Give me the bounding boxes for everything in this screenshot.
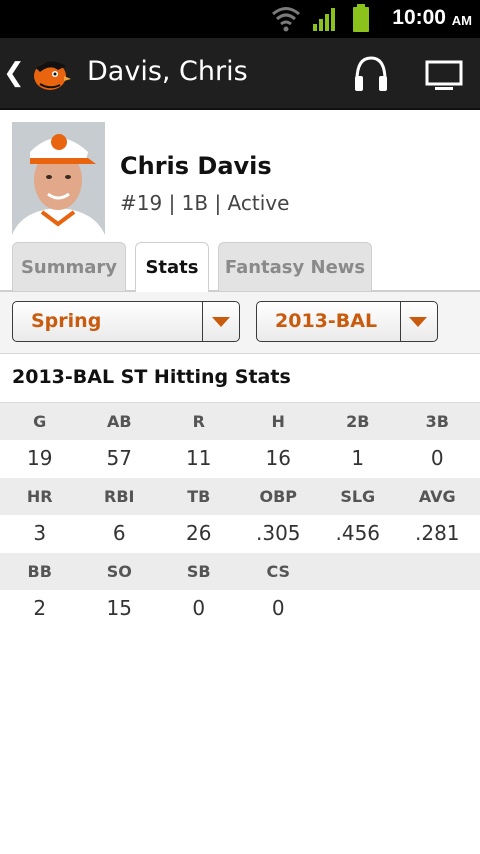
stat-value: 57 — [106, 446, 132, 470]
stat-header: TB — [187, 487, 211, 506]
season-type-value: Spring — [31, 310, 102, 332]
dropdown-separator — [202, 302, 203, 341]
stat-value: 19 — [27, 446, 53, 470]
stat-header: R — [192, 412, 205, 431]
battery-icon — [353, 4, 369, 32]
stat-value: 15 — [106, 596, 132, 620]
stat-header: AVG — [418, 487, 456, 506]
player-headshot-image — [12, 122, 105, 235]
stat-header: BB — [27, 562, 52, 581]
stat-value: .281 — [414, 521, 460, 545]
back-chevron-icon[interactable]: ❮ — [3, 58, 25, 88]
stat-header: SO — [106, 562, 132, 581]
stat-value — [398, 590, 478, 627]
stat-header: CS — [266, 562, 291, 581]
season-team-value: 2013-BAL — [275, 310, 378, 332]
stat-header: OBP — [259, 487, 298, 506]
stat-header: H — [271, 412, 285, 431]
stats-value-row: 3 6 26 .305 .456 .281 — [0, 515, 480, 552]
dropdown-separator — [400, 302, 401, 341]
stat-value: 26 — [186, 521, 212, 545]
filter-bar: Spring 2013-BAL — [0, 292, 480, 354]
stat-header: AB — [106, 412, 132, 431]
stat-header: SLG — [340, 487, 376, 506]
player-name: Chris Davis — [120, 152, 272, 180]
season-type-dropdown[interactable]: Spring — [12, 301, 240, 342]
status-time: 10:00 — [392, 6, 446, 29]
stat-value: 11 — [186, 446, 212, 470]
status-ampm: AM — [451, 13, 472, 28]
tab-stats[interactable]: Stats — [135, 242, 209, 293]
stat-value: 2 — [33, 596, 47, 620]
stat-value: 6 — [112, 521, 126, 545]
wifi-icon — [272, 7, 300, 32]
chevron-down-icon[interactable] — [212, 317, 230, 327]
stats-value-row: 19 57 11 16 1 0 — [0, 440, 480, 477]
stat-header: G — [33, 412, 47, 431]
headphones-icon[interactable] — [352, 54, 390, 94]
stats-header-row: BB SO SB CS — [0, 553, 480, 590]
stat-value: 16 — [265, 446, 291, 470]
orioles-logo-icon[interactable] — [28, 54, 72, 94]
chevron-down-icon[interactable] — [409, 317, 427, 327]
status-bar: 10:00 AM — [0, 0, 480, 38]
stats-header-row: G AB R H 2B 3B — [0, 403, 480, 440]
stat-header: HR — [26, 487, 53, 506]
stat-header: 3B — [425, 412, 449, 431]
stats-header-row: HR RBI TB OBP SLG AVG — [0, 478, 480, 515]
stat-value: 1 — [351, 446, 365, 470]
stat-value: 0 — [271, 596, 285, 620]
stats-value-row: 2 15 0 0 — [0, 590, 480, 627]
player-photo — [12, 122, 105, 235]
stat-value — [318, 590, 398, 627]
stat-header — [318, 553, 398, 590]
stat-header: SB — [186, 562, 211, 581]
stat-value: 3 — [33, 521, 47, 545]
stats-title: 2013-BAL ST Hitting Stats — [12, 366, 291, 388]
tab-summary[interactable]: Summary — [12, 242, 126, 291]
stat-header: 2B — [346, 412, 370, 431]
player-meta: #19 | 1B | Active — [120, 191, 290, 215]
stat-header: RBI — [104, 487, 135, 506]
stat-header — [398, 553, 478, 590]
stat-value: .456 — [335, 521, 381, 545]
action-bar: ❮ Davis, Chris — [0, 38, 480, 110]
stat-value: 0 — [192, 596, 206, 620]
stat-value: 0 — [430, 446, 444, 470]
season-team-dropdown[interactable]: 2013-BAL — [256, 301, 438, 342]
tab-fantasy-news[interactable]: Fantasy News — [218, 242, 372, 291]
stat-value: .305 — [255, 521, 301, 545]
tv-icon[interactable] — [425, 60, 463, 92]
page-title: Davis, Chris — [87, 56, 248, 87]
signal-icon — [313, 8, 335, 31]
